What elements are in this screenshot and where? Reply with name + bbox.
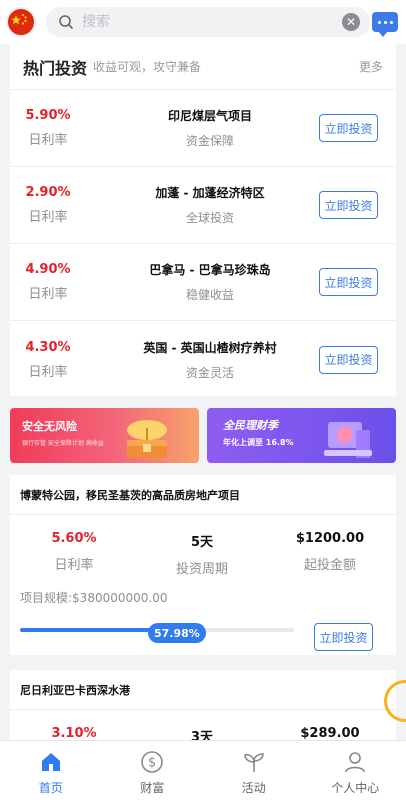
progress-badge: 57.98%: [148, 623, 206, 643]
message-icon[interactable]: [372, 12, 398, 37]
finance-season-banner[interactable]: 全民理财季 年化上调至 16.8%: [207, 408, 396, 463]
invest-now-button[interactable]: 立即投资: [319, 345, 378, 374]
tab-label: 首页: [38, 781, 63, 795]
project-tag: 稳健收益: [185, 288, 234, 302]
daily-rate-value: 3.10%: [51, 726, 97, 740]
daily-rate-value: 4.90%: [25, 262, 71, 277]
project-scale: 项目规模:$380000000.00: [20, 591, 168, 605]
search-bar[interactable]: ✕: [46, 7, 370, 37]
country-flag-icon[interactable]: [6, 7, 36, 37]
minimum-amount-label: 起投金额: [303, 558, 356, 573]
bottom-tab-bar: 首页 $ 财富 活动 个人中心: [0, 740, 406, 800]
daily-rate-label: 日利率: [28, 364, 68, 380]
dollar-coin-icon: $: [139, 749, 165, 775]
svg-text:$: $: [148, 756, 156, 771]
daily-rate-label: 日利率: [54, 558, 94, 573]
investment-period-value: 3天: [190, 730, 214, 740]
clear-icon[interactable]: ✕: [342, 13, 360, 31]
search-input[interactable]: [82, 14, 342, 30]
tab-profile[interactable]: 个人中心: [305, 741, 406, 800]
project-title: 博蒙特公园，移民圣基茨的高品质房地产项目: [10, 475, 396, 515]
project-title: 尼日利亚巴卡西深水港: [10, 670, 396, 710]
hot-investment-item[interactable]: 4.90% 日利率 巴拿马 - 巴拿马珍珠岛 稳健收益 立即投资: [10, 244, 396, 321]
project-tag: 全球投资: [185, 211, 234, 225]
safety-banner[interactable]: 安全无风险 银行存管 安全保障计划 高收益: [10, 408, 199, 463]
daily-rate-value: 5.60%: [51, 531, 97, 546]
project-tag: 资金灵活: [185, 365, 234, 380]
hot-investment-section: 热门投资 收益可观，攻守兼备 更多 5.90% 日利率 印尼煤层气项目 资金保障…: [10, 44, 396, 396]
hot-investment-item[interactable]: 5.90% 日利率 印尼煤层气项目 资金保障 立即投资: [10, 90, 396, 167]
tab-home[interactable]: 首页: [0, 741, 102, 800]
tab-label: 财富: [140, 781, 165, 795]
invest-now-button[interactable]: 立即投资: [319, 114, 378, 142]
project-name: 加蓬 - 加蓬经济特区: [155, 186, 265, 200]
sprout-icon: [241, 749, 267, 775]
invest-now-button[interactable]: 立即投资: [319, 268, 378, 296]
hot-investment-item[interactable]: 4.30% 日利率 英国 - 英国山楂树疗养村 资金灵活 立即投资: [10, 321, 396, 398]
more-link[interactable]: 更多: [359, 58, 383, 75]
hot-investment-item[interactable]: 2.90% 日利率 加蓬 - 加蓬经济特区 全球投资 立即投资: [10, 167, 396, 244]
tab-wealth[interactable]: $ 财富: [102, 741, 204, 800]
project-card[interactable]: 尼日利亚巴卡西深水港 3.10% 3天 $289.00: [10, 670, 396, 740]
daily-rate-label: 日利率: [28, 133, 68, 148]
banner-subtitle: 银行存管 安全保障计划 高收益: [22, 440, 104, 447]
banner-subtitle: 年化上调至 16.8%: [223, 438, 294, 447]
search-icon: [59, 15, 73, 29]
banner-title: 全民理财季: [223, 419, 278, 432]
minimum-amount-value: $289.00: [300, 726, 360, 740]
daily-rate-label: 日利率: [28, 287, 68, 302]
project-card[interactable]: 博蒙特公园，移民圣基茨的高品质房地产项目 5.60% 日利率 5天 投资周期 $…: [10, 475, 396, 655]
project-stats: 3.10% 3天 $289.00: [10, 710, 396, 740]
minimum-amount-value: $1200.00: [295, 531, 365, 546]
project-name: 印尼煤层气项目: [167, 109, 252, 123]
section-subtitle: 收益可观，攻守兼备: [93, 60, 202, 74]
user-icon: [342, 749, 368, 775]
home-icon: [38, 749, 64, 775]
invest-now-button[interactable]: 立即投资: [319, 191, 378, 219]
section-title: 热门投资: [23, 58, 88, 78]
daily-rate-value: 5.90%: [25, 108, 71, 123]
hot-investment-header: 热门投资 收益可观，攻守兼备 更多: [10, 44, 396, 90]
banner-title: 安全无风险: [22, 420, 77, 433]
treasure-chest-icon: [127, 420, 167, 458]
project-tag: 资金保障: [185, 134, 234, 148]
project-stats: 5.60% 日利率 5天 投资周期 $1200.00 起投金额: [10, 515, 396, 577]
investment-period-value: 5天: [190, 535, 214, 550]
invest-now-button[interactable]: 立即投资: [314, 623, 373, 651]
project-name: 巴拿马 - 巴拿马珍珠岛: [149, 263, 271, 277]
daily-rate-value: 2.90%: [25, 185, 71, 200]
finance-illustration-icon: [324, 422, 372, 458]
tab-activity[interactable]: 活动: [203, 741, 305, 800]
investment-period-label: 投资周期: [175, 562, 228, 577]
project-name: 英国 - 英国山楂树疗养村: [143, 340, 277, 355]
top-bar: ✕: [0, 0, 406, 44]
daily-rate-label: 日利率: [28, 210, 68, 225]
tab-label: 活动: [241, 781, 266, 795]
tab-label: 个人中心: [331, 781, 380, 795]
daily-rate-value: 4.30%: [25, 339, 71, 355]
